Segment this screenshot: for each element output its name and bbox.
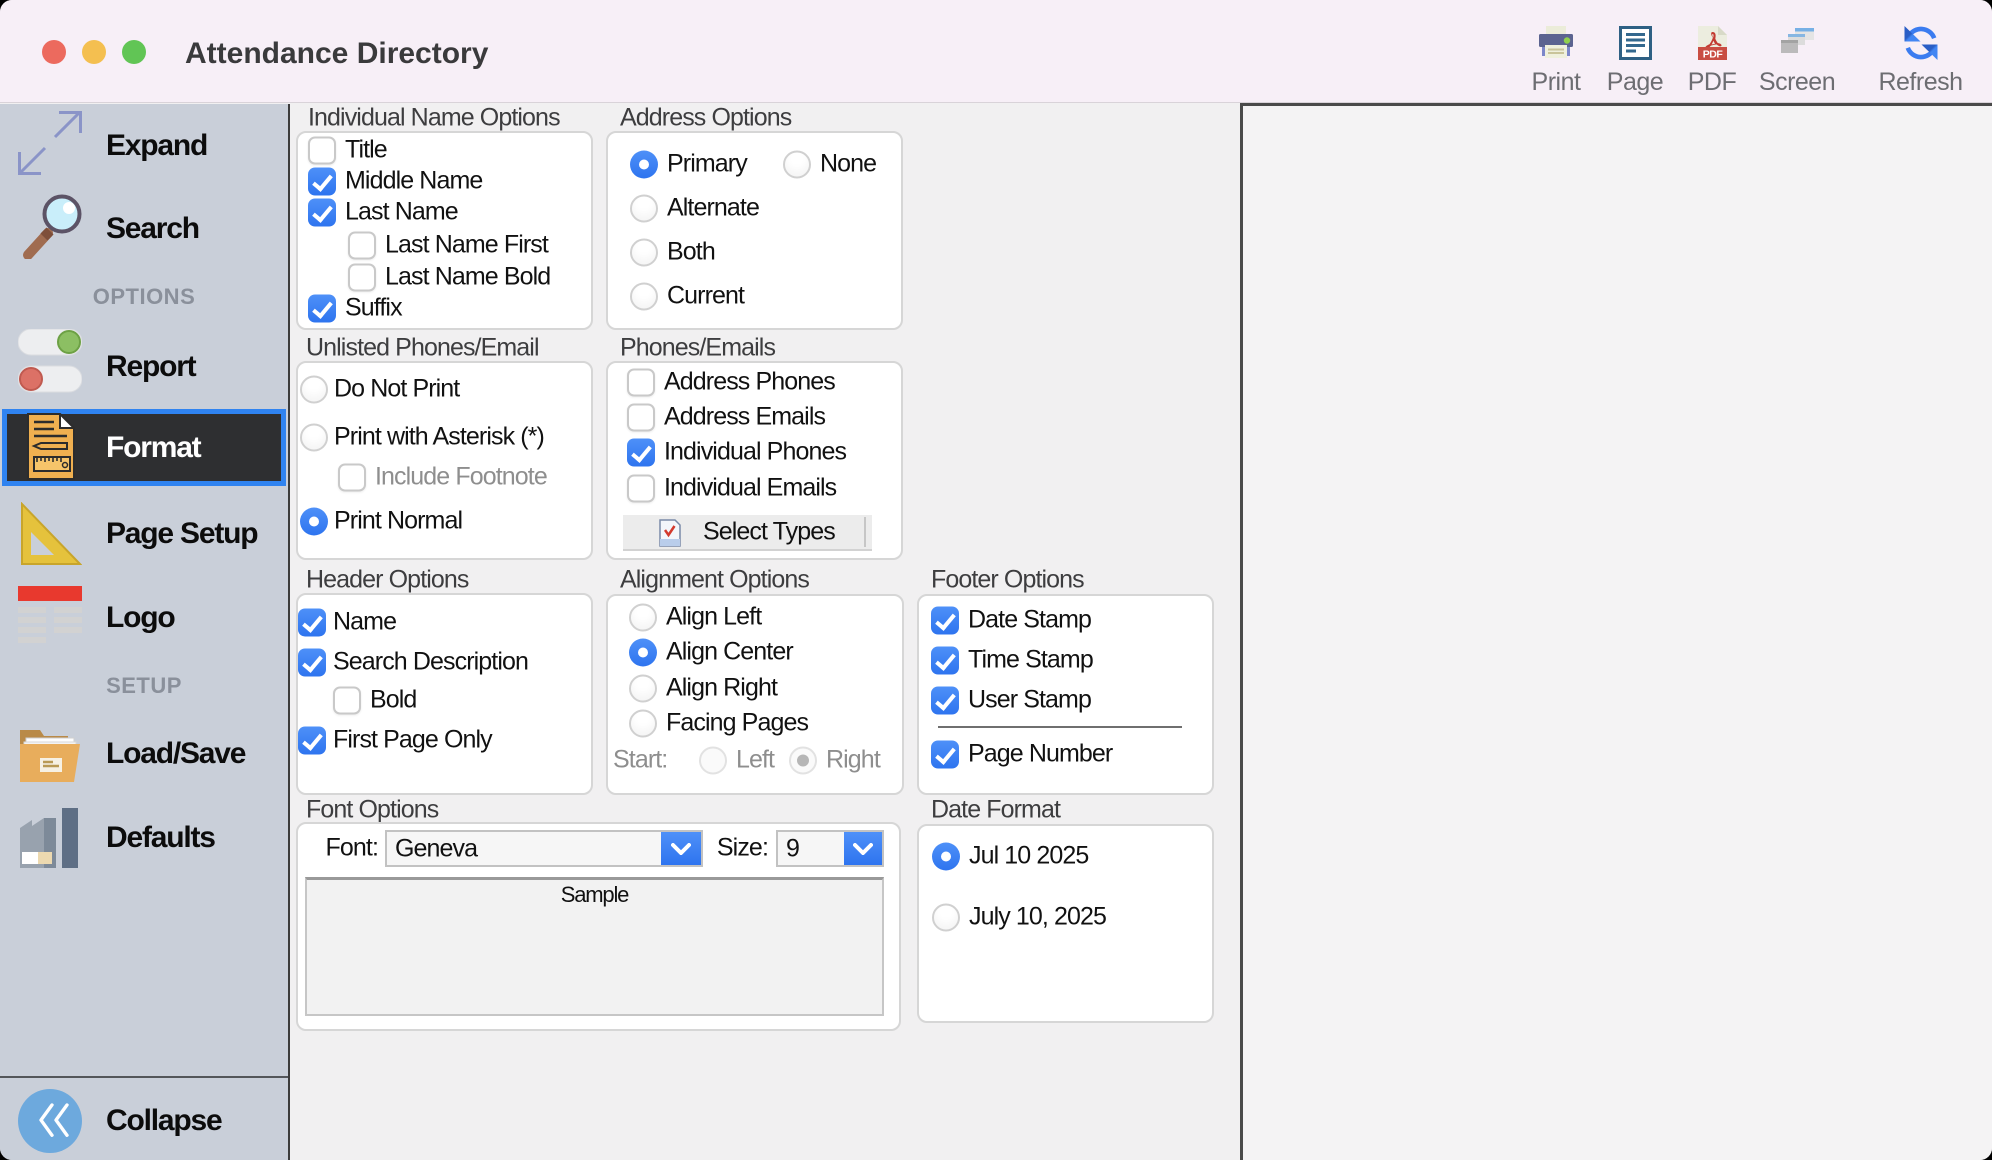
svg-text:PDF: PDF <box>1702 49 1723 61</box>
